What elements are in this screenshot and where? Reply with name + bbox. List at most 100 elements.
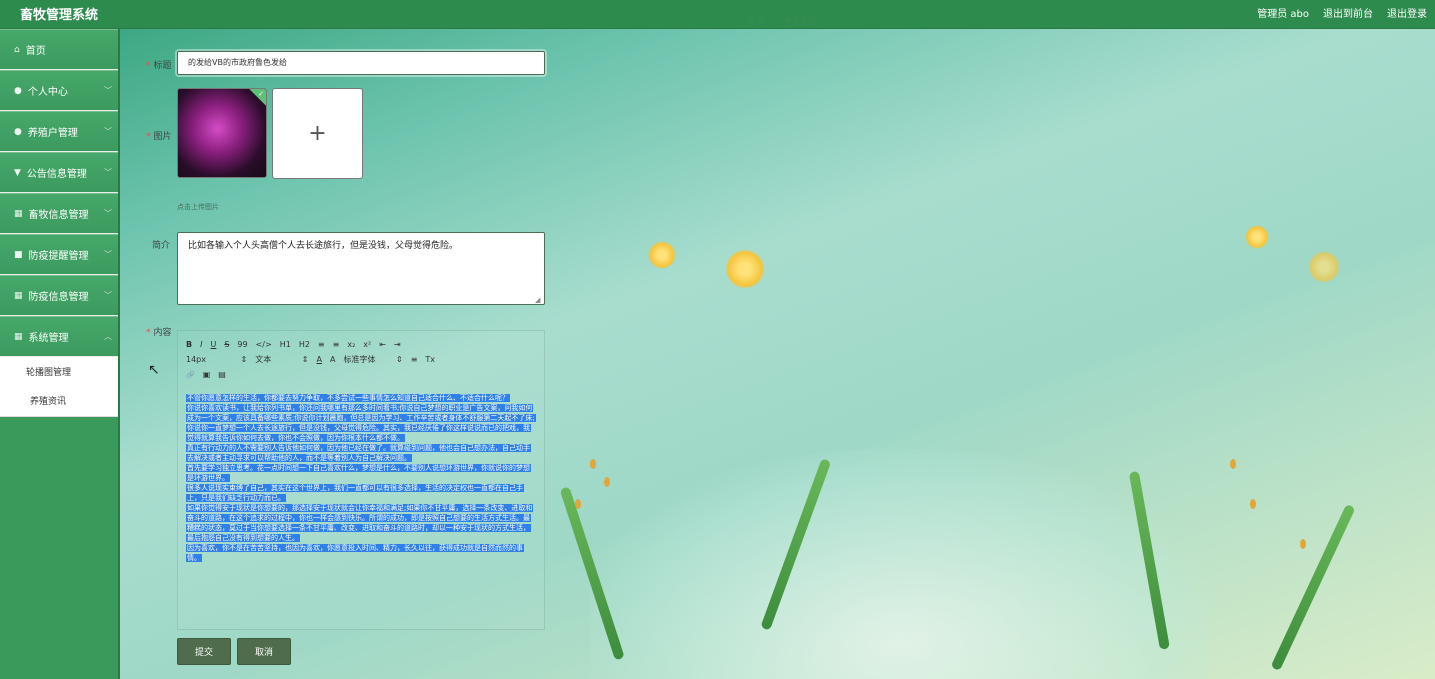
content-label: * 内容 bbox=[146, 325, 172, 338]
editor-content[interactable]: 不管你愿意怎样的生活，你都要去努力争取，不多尝试一些事情怎么知道自己适合什么、不… bbox=[186, 393, 536, 563]
content-paragraph: 你说你喜欢读书，让我给你列书单，你还问我哪里有那么多时间看书;你说自己梦想的职业… bbox=[186, 404, 536, 442]
grain-decoration bbox=[604, 477, 610, 487]
breadcrumb-home[interactable]: 首页 bbox=[748, 17, 764, 26]
sidebar-item-label: 个人中心 bbox=[27, 87, 68, 98]
header-select-value: 文本 bbox=[255, 355, 272, 364]
user-group-icon: ● bbox=[14, 126, 22, 137]
subscript-button[interactable]: x₂ bbox=[347, 340, 355, 349]
required-marker: * bbox=[146, 328, 151, 338]
sidebar-item-epidemic-info[interactable]: ▦ 防疫信息管理 ﹀ bbox=[0, 275, 118, 316]
cancel-button[interactable]: 取消 bbox=[237, 638, 291, 665]
outdent-button[interactable]: ⇤ bbox=[379, 340, 386, 349]
required-marker: * bbox=[146, 132, 151, 142]
sidebar-item-label: 防疫提醒管理 bbox=[28, 251, 89, 262]
user-icon: ● bbox=[14, 85, 22, 96]
content-paragraph: 首先要学习独立思考。花一点时间想一下自己喜欢什么，梦想是什么，不要别人说想环游世… bbox=[186, 464, 531, 482]
mouse-cursor-icon: ↖ bbox=[148, 362, 160, 378]
system-management-submenu: 轮播图管理 养殖资讯 bbox=[0, 357, 118, 417]
code-block-button[interactable]: </> bbox=[256, 340, 272, 349]
chevron-down-icon: ﹀ bbox=[104, 86, 112, 95]
sidebar-item-home[interactable]: ⌂ 首页 bbox=[0, 29, 118, 70]
home-icon: ⌂ bbox=[14, 44, 20, 55]
sidebar: ⌂ 首页 ● 个人中心 ﹀ ● 养殖户管理 ﹀ ▼ 公告信息管理 ﹀ ▦ 畜牧信… bbox=[0, 29, 120, 679]
grid-icon: ▦ bbox=[14, 208, 23, 219]
title-input[interactable]: 的发给VB的市政府鲁色发给 bbox=[175, 49, 547, 77]
content-paragraph: 如果你觉得安于现状是你想要的，那选择安于现状就会让你幸福和满足;如果你不甘平庸，… bbox=[186, 504, 534, 542]
submit-button[interactable]: 提交 bbox=[177, 638, 231, 665]
font-family-value: 标准字体 bbox=[343, 355, 376, 364]
editor-toolbar: B I U S 99 </> H1 H2 ≡ ≡ x₂ x² ⇤ ⇥ 14px … bbox=[186, 337, 536, 382]
intro-textarea[interactable]: 比如各输入个人头高僧个人去长途旅行，但是没钱，父母觉得危险。 bbox=[177, 232, 545, 305]
grain-decoration bbox=[1230, 459, 1236, 469]
breadcrumb-current: 养殖资讯 bbox=[783, 17, 816, 26]
notice-icon: ▼ bbox=[14, 167, 21, 178]
sidebar-item-notice-management[interactable]: ▼ 公告信息管理 ﹀ bbox=[0, 152, 118, 193]
rich-text-editor[interactable]: B I U S 99 </> H1 H2 ≡ ≡ x₂ x² ⇤ ⇥ 14px … bbox=[177, 330, 545, 630]
header-select[interactable]: 文本 ⇕ bbox=[255, 354, 308, 365]
chevron-down-icon: ﹀ bbox=[104, 168, 112, 177]
app-title: 畜牧管理系统 bbox=[20, 8, 99, 23]
sidebar-item-label: 公告信息管理 bbox=[26, 169, 87, 180]
chevron-up-icon: ︿ bbox=[104, 332, 112, 341]
select-arrow-icon: ⇕ bbox=[240, 355, 248, 364]
toolbar-row-3: 🔗 ▣ ▤ bbox=[186, 367, 536, 382]
bold-button[interactable]: B bbox=[186, 340, 192, 349]
resize-handle-icon[interactable]: ◢ bbox=[535, 296, 540, 304]
chevron-down-icon: ﹀ bbox=[104, 250, 112, 259]
sidebar-item-system-management[interactable]: ▦ 系统管理 ︿ bbox=[0, 316, 118, 357]
font-family-select[interactable]: 标准字体 ⇕ bbox=[343, 354, 402, 365]
font-size-select[interactable]: 14px ⇕ bbox=[186, 355, 247, 364]
exit-to-frontend-link[interactable]: 退出到前台 bbox=[1323, 5, 1373, 20]
check-icon: ✓ bbox=[258, 90, 264, 98]
strike-button[interactable]: S bbox=[224, 340, 229, 349]
title-label: * 标题 bbox=[146, 58, 172, 71]
uploaded-image-thumbnail[interactable]: ✓ bbox=[177, 88, 267, 178]
content-paragraph: 不管你愿意怎样的生活，你都要去努力争取，不多尝试一些事情怎么知道自己适合什么、不… bbox=[186, 394, 510, 402]
leaf-decoration bbox=[1270, 503, 1356, 672]
image-label: * 图片 bbox=[146, 129, 172, 142]
submenu-item-news[interactable]: 养殖资讯 bbox=[0, 386, 118, 415]
sidebar-item-livestock-management[interactable]: ▦ 畜牧信息管理 ﹀ bbox=[0, 193, 118, 234]
select-arrow-icon: ⇕ bbox=[301, 355, 309, 364]
water-splash-decoration bbox=[590, 449, 1210, 679]
chevron-down-icon: ﹀ bbox=[104, 209, 112, 218]
breadcrumb: 首页 / 养殖资讯 bbox=[748, 16, 822, 27]
font-color-button[interactable]: A bbox=[317, 355, 322, 364]
underline-button[interactable]: U bbox=[210, 340, 216, 349]
sidebar-item-label: 首页 bbox=[25, 46, 46, 57]
italic-button[interactable]: I bbox=[200, 340, 202, 349]
image-upload-button[interactable]: + bbox=[272, 88, 363, 179]
breadcrumb-separator: / bbox=[772, 17, 776, 26]
blockquote-button[interactable]: 99 bbox=[237, 340, 247, 349]
clear-format-button[interactable]: Tx bbox=[425, 355, 435, 364]
align-button[interactable]: ≡ bbox=[411, 355, 418, 364]
heading1-button[interactable]: H1 bbox=[280, 340, 291, 349]
indent-button[interactable]: ⇥ bbox=[394, 340, 401, 349]
sidebar-item-epidemic-reminder[interactable]: ■ 防疫提醒管理 ﹀ bbox=[0, 234, 118, 275]
chevron-down-icon: ﹀ bbox=[104, 127, 112, 136]
toolbar-row-2: 14px ⇕ 文本 ⇕ A A 标准字体 ⇕ ≡ Tx bbox=[186, 352, 536, 367]
link-icon[interactable]: 🔗 bbox=[186, 371, 195, 379]
logout-link[interactable]: 退出登录 bbox=[1387, 5, 1427, 20]
image-icon[interactable]: ▣ bbox=[203, 370, 211, 379]
video-icon[interactable]: ▤ bbox=[218, 370, 226, 379]
sidebar-item-farmer-management[interactable]: ● 养殖户管理 ﹀ bbox=[0, 111, 118, 152]
grain-decoration bbox=[1250, 499, 1256, 509]
ordered-list-button[interactable]: ≡ bbox=[318, 340, 325, 349]
sidebar-item-personal-center[interactable]: ● 个人中心 ﹀ bbox=[0, 70, 118, 111]
sidebar-item-label: 养殖户管理 bbox=[27, 128, 78, 139]
content-paragraph: 真正有行动力的人不需要别人告诉他如何做，因为他已经在做了。就算碰到问题，他也会自… bbox=[186, 444, 531, 462]
background-color-button[interactable]: A bbox=[330, 355, 335, 364]
heading2-button[interactable]: H2 bbox=[299, 340, 310, 349]
intro-label: 简介 bbox=[152, 241, 171, 251]
sidebar-item-label: 系统管理 bbox=[28, 333, 69, 344]
chevron-down-icon: ﹀ bbox=[104, 291, 112, 300]
top-actions: 管理员 abo 退出到前台 退出登录 bbox=[1257, 5, 1427, 20]
submenu-item-carousel[interactable]: 轮播图管理 bbox=[0, 357, 118, 386]
select-arrow-icon: ⇕ bbox=[396, 355, 403, 364]
grain-decoration bbox=[575, 499, 581, 509]
superscript-button[interactable]: x² bbox=[363, 340, 371, 349]
flower-decoration bbox=[1245, 225, 1269, 249]
content-paragraph: 因为喜欢，你不是在苦苦坚持，也因为喜欢，你愿意投入时间、精力，长久以往，获得成功… bbox=[186, 544, 524, 562]
bullet-list-button[interactable]: ≡ bbox=[333, 340, 340, 349]
